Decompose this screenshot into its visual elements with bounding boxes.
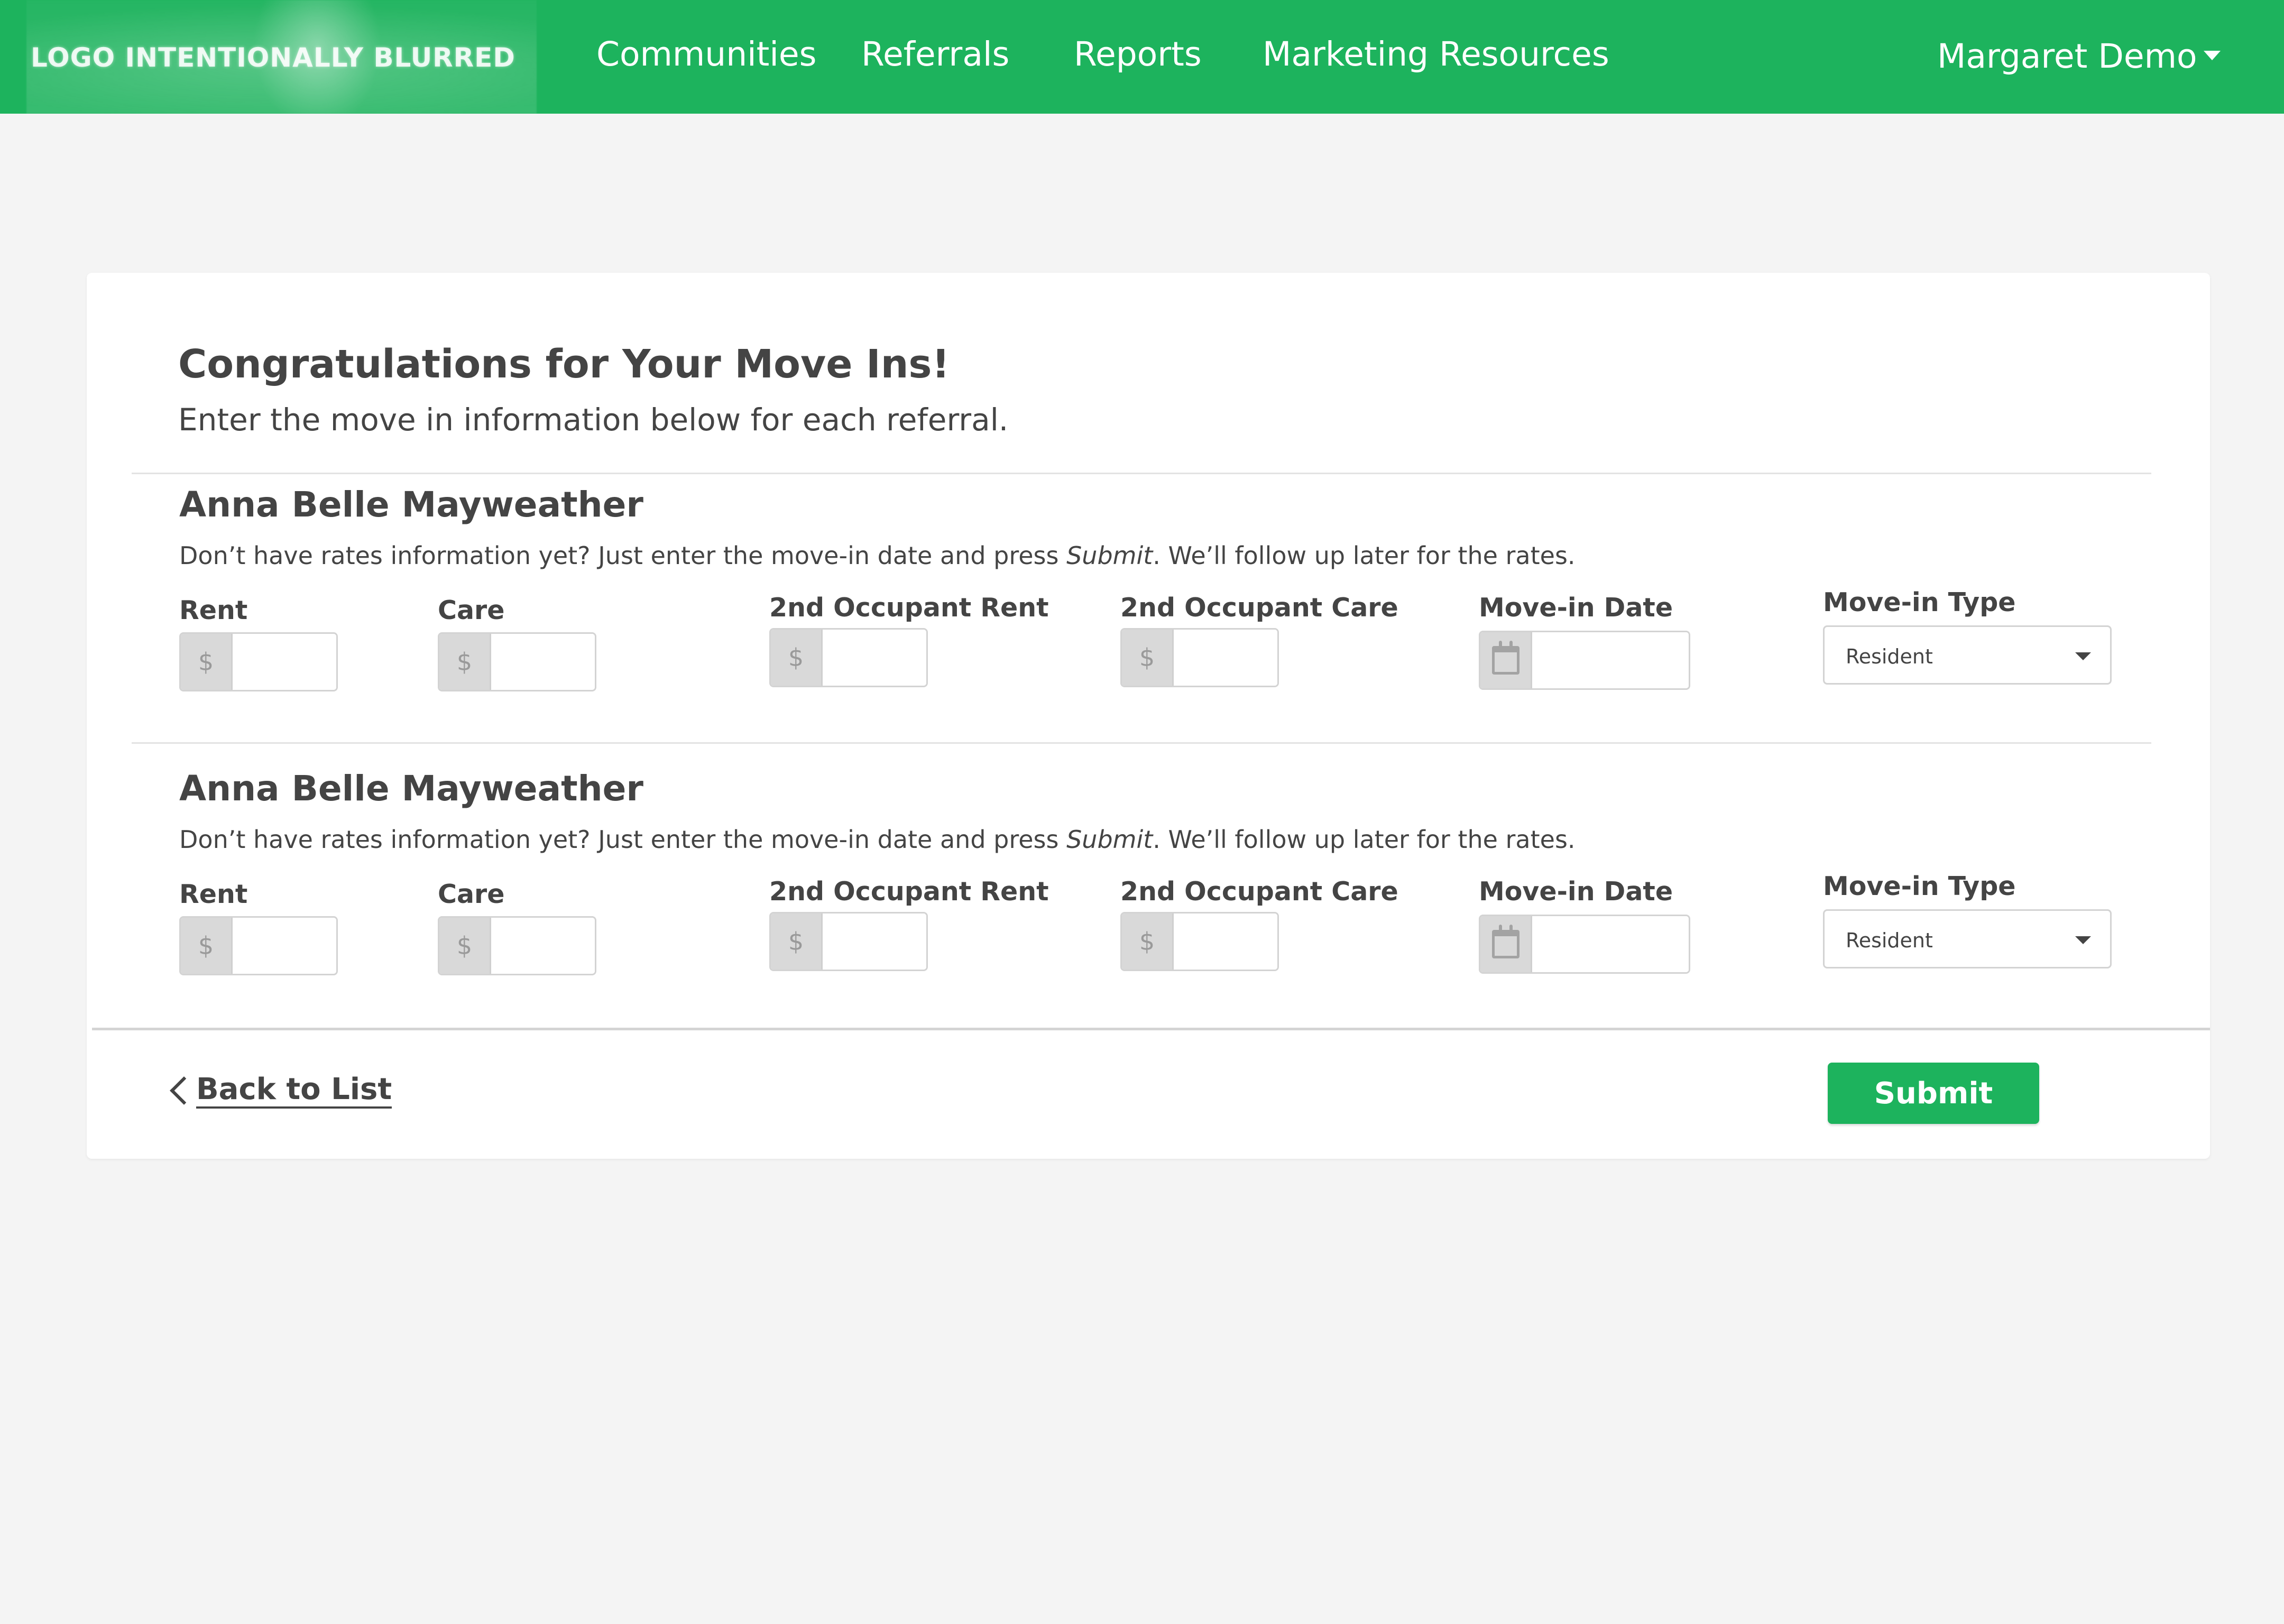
occupant-rent-input[interactable] xyxy=(823,630,926,686)
rates-note: Don’t have rates information yet? Just e… xyxy=(179,541,1576,570)
care-input-group: $ xyxy=(438,632,596,691)
footer-divider xyxy=(92,1028,2210,1030)
referral-name: Anna Belle Mayweather xyxy=(179,768,643,809)
move-in-type-label: Move-in Type xyxy=(1823,587,2016,617)
rent-label: Rent xyxy=(179,595,248,625)
occupant-rent-input-group: $ xyxy=(769,912,928,971)
care-input[interactable] xyxy=(491,918,595,974)
move-in-date-label: Move-in Date xyxy=(1479,593,1673,623)
caret-down-icon xyxy=(2203,50,2221,60)
move-in-date-input-group xyxy=(1479,631,1690,690)
dollar-sign-icon: $ xyxy=(1122,630,1174,686)
calendar-icon xyxy=(1491,925,1519,958)
rent-input-group: $ xyxy=(179,632,338,691)
submit-button[interactable]: Submit xyxy=(1828,1063,2039,1124)
rent-input-group: $ xyxy=(179,916,338,975)
occupant-care-input[interactable] xyxy=(1174,630,1277,686)
occupant-care-label: 2nd Occupant Care xyxy=(1120,876,1398,907)
rent-input[interactable] xyxy=(233,918,336,974)
move-in-date-label: Move-in Date xyxy=(1479,876,1673,907)
dollar-sign-icon: $ xyxy=(181,918,233,974)
care-input-group: $ xyxy=(438,916,596,975)
nav-communities[interactable]: Communities xyxy=(596,35,816,73)
care-label: Care xyxy=(438,879,505,909)
note-text: Don’t have rates information yet? Just e… xyxy=(179,541,1067,570)
rent-input[interactable] xyxy=(233,634,336,690)
dollar-sign-icon: $ xyxy=(771,630,823,686)
user-menu[interactable]: Margaret Demo xyxy=(1937,37,2221,76)
calendar-icon xyxy=(1491,641,1519,675)
caret-down-icon xyxy=(2075,936,2091,944)
page-title: Congratulations for Your Move Ins! xyxy=(178,342,950,387)
occupant-care-label: 2nd Occupant Care xyxy=(1120,593,1398,623)
note-text-end: . We’ll follow up later for the rates. xyxy=(1153,541,1576,570)
note-text-end: . We’ll follow up later for the rates. xyxy=(1153,825,1576,854)
occupant-rent-label: 2nd Occupant Rent xyxy=(769,593,1049,623)
occupant-rent-input-group: $ xyxy=(769,628,928,687)
rent-label: Rent xyxy=(179,879,248,909)
occupant-care-input[interactable] xyxy=(1174,914,1277,970)
care-input[interactable] xyxy=(491,634,595,690)
move-in-date-input[interactable] xyxy=(1532,916,1689,972)
referral-section: Anna Belle Mayweather Don’t have rates i… xyxy=(87,768,2210,980)
top-navbar: LOGO INTENTIONALLY BLURRED Communities R… xyxy=(0,0,2284,114)
occupant-care-input-group: $ xyxy=(1120,912,1279,971)
dollar-sign-icon: $ xyxy=(439,918,491,974)
referral-section: Anna Belle Mayweather Don’t have rates i… xyxy=(87,484,2210,696)
care-label: Care xyxy=(438,595,505,625)
note-emphasis: Submit xyxy=(1066,541,1153,570)
user-name: Margaret Demo xyxy=(1937,37,2197,76)
move-in-date-input[interactable] xyxy=(1532,632,1689,688)
calendar-addon[interactable] xyxy=(1480,632,1532,688)
move-in-type-select[interactable]: Resident xyxy=(1823,625,2112,685)
note-text: Don’t have rates information yet? Just e… xyxy=(179,825,1067,854)
calendar-addon[interactable] xyxy=(1480,916,1532,972)
back-to-list-label: Back to List xyxy=(196,1072,392,1109)
move-in-type-label: Move-in Type xyxy=(1823,871,2016,901)
move-in-type-select[interactable]: Resident xyxy=(1823,909,2112,968)
move-in-type-value: Resident xyxy=(1846,929,1933,952)
move-in-date-input-group xyxy=(1479,915,1690,974)
dollar-sign-icon: $ xyxy=(771,914,823,970)
caret-down-icon xyxy=(2075,652,2091,660)
section-divider xyxy=(132,473,2151,474)
back-to-list-link[interactable]: Back to List xyxy=(170,1072,392,1109)
referral-name: Anna Belle Mayweather xyxy=(179,484,643,525)
chevron-left-icon xyxy=(170,1076,198,1105)
page-subtitle: Enter the move in information below for … xyxy=(178,402,1009,438)
dollar-sign-icon: $ xyxy=(439,634,491,690)
dollar-sign-icon: $ xyxy=(181,634,233,690)
move-in-card: Congratulations for Your Move Ins! Enter… xyxy=(87,273,2210,1159)
section-divider xyxy=(132,742,2151,744)
occupant-care-input-group: $ xyxy=(1120,628,1279,687)
nav-referrals[interactable]: Referrals xyxy=(861,35,1009,73)
rates-note: Don’t have rates information yet? Just e… xyxy=(179,825,1576,854)
occupant-rent-input[interactable] xyxy=(823,914,926,970)
nav-reports[interactable]: Reports xyxy=(1074,35,1202,73)
logo-text: LOGO INTENTIONALLY BLURRED xyxy=(31,42,515,73)
move-in-type-value: Resident xyxy=(1846,645,1933,668)
occupant-rent-label: 2nd Occupant Rent xyxy=(769,876,1049,907)
dollar-sign-icon: $ xyxy=(1122,914,1174,970)
nav-marketing-resources[interactable]: Marketing Resources xyxy=(1263,35,1609,73)
note-emphasis: Submit xyxy=(1066,825,1153,854)
